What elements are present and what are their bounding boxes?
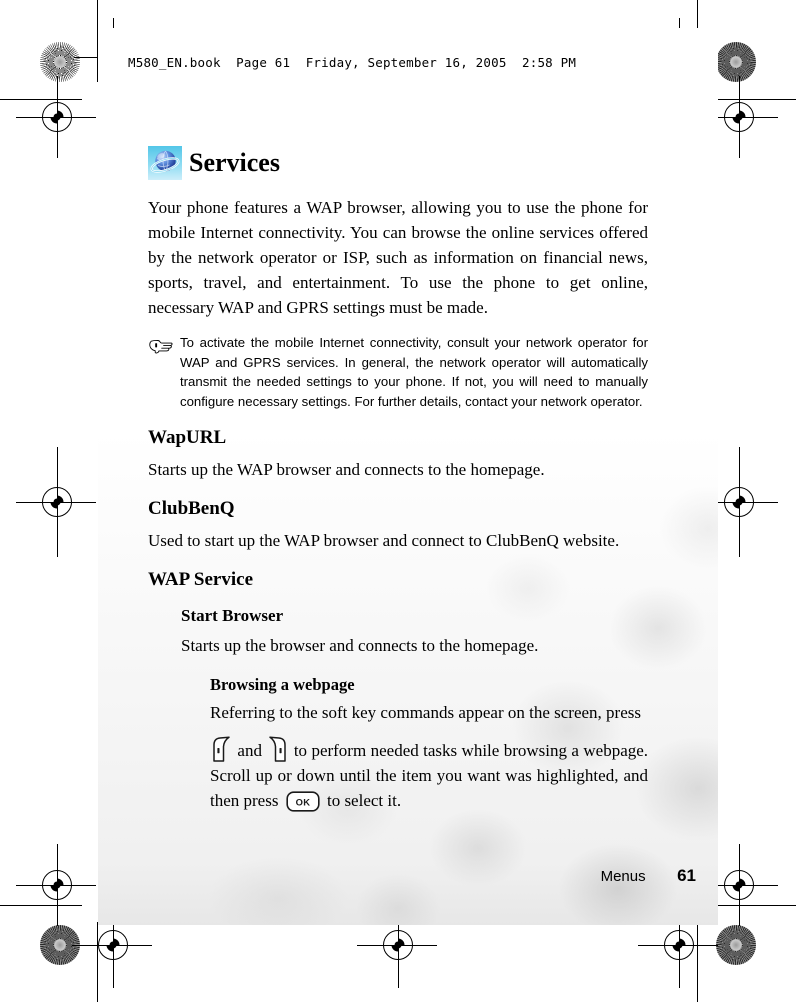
registration-target-lower-right xyxy=(698,844,778,926)
registration-target-bottom-center xyxy=(357,902,437,988)
subsubsection-heading-browsing-a-webpage: Browsing a webpage xyxy=(210,675,355,694)
subsection-heading-start-browser: Start Browser xyxy=(181,606,284,625)
registration-target-mid-right xyxy=(698,76,778,158)
right-soft-key-icon xyxy=(269,736,287,762)
globe-icon xyxy=(148,146,182,180)
trim-line-top-right-h xyxy=(714,99,796,101)
book-info-header: M580_EN.book Page 61 Friday, September 1… xyxy=(128,55,577,70)
keys-conjunction: and xyxy=(237,741,262,760)
left-soft-key-icon xyxy=(213,736,230,762)
trim-line-bottom-left-h xyxy=(0,905,82,907)
note-block: To activate the mobile Internet connecti… xyxy=(148,333,648,411)
pointing-hand-icon xyxy=(149,339,173,354)
page-footer: Menus 61 xyxy=(98,866,718,886)
document-page: M580_EN.book Page 61 Friday, September 1… xyxy=(98,28,718,925)
registration-starburst-bottom-right xyxy=(716,925,756,965)
section-heading-wapurl: WapURL xyxy=(148,427,227,448)
section-body-clubbenq: Used to start up the WAP browser and con… xyxy=(148,531,620,550)
page-content: Services Your phone features a WAP brows… xyxy=(148,146,648,824)
page-title-row: Services xyxy=(148,146,648,180)
trim-line-top-left-h xyxy=(0,99,82,101)
section-heading-clubbenq: ClubBenQ xyxy=(148,498,235,519)
registration-target-mid-left xyxy=(16,76,96,158)
registration-target-lower-left xyxy=(16,844,96,926)
page-title: Services xyxy=(189,148,280,177)
registration-target-bottom-right xyxy=(638,902,718,988)
registration-starburst-bottom-left xyxy=(40,925,80,965)
registration-starburst-top-right xyxy=(716,42,756,82)
svg-text:OK: OK xyxy=(295,797,310,808)
registration-target-left-center xyxy=(16,447,96,557)
trim-line-bottom-right-h xyxy=(714,905,796,907)
section-heading-wap-service: WAP Service xyxy=(148,569,254,590)
registration-starburst-top-left xyxy=(40,42,80,82)
footer-page-number: 61 xyxy=(677,866,696,885)
ok-key-icon: OK xyxy=(286,791,320,812)
subsection-body-start-browser: Starts up the browser and connects to th… xyxy=(181,636,539,655)
subsubsection-body-keys: and to perform needed tasks while browsi… xyxy=(148,736,648,813)
trim-line-left-v-bottom xyxy=(97,922,99,1002)
registration-target-right-center xyxy=(698,447,778,557)
note-text: To activate the mobile Internet connecti… xyxy=(180,335,648,409)
subsubsection-body-line1: Referring to the soft key commands appea… xyxy=(210,703,641,722)
subsubsection-body-line4: to select it. xyxy=(326,791,402,810)
footer-section-label: Menus xyxy=(600,868,646,885)
registration-target-bottom-left xyxy=(72,902,152,988)
section-body-wapurl: Starts up the WAP browser and connects t… xyxy=(148,460,545,479)
trim-line-right-v-bottom xyxy=(697,922,699,1002)
intro-paragraph: Your phone features a WAP browser, allow… xyxy=(148,198,648,317)
